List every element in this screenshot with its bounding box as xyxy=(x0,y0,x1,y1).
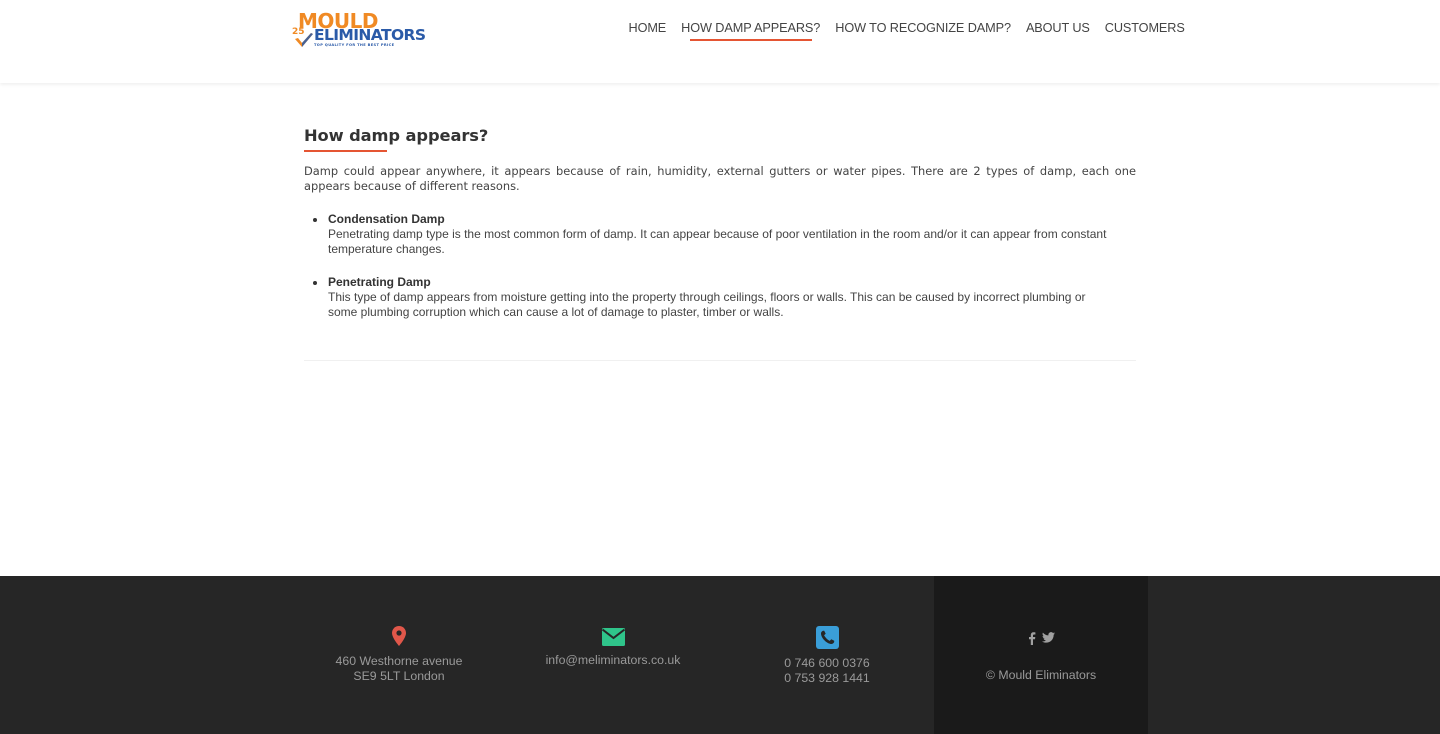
site-logo[interactable]: MOULD 25 ELIMINATORS TOP QUALITY FOR THE… xyxy=(292,10,426,48)
nav-how-to-recognize-damp[interactable]: HOW TO RECOGNIZE DAMP? xyxy=(828,20,1019,37)
list-item: Penetrating Damp This type of damp appea… xyxy=(313,275,1118,320)
footer-social-panel: © Mould Eliminators xyxy=(934,576,1148,734)
page-title: How damp appears? xyxy=(304,126,489,145)
copyright-text: © Mould Eliminators xyxy=(985,668,1097,682)
content-divider xyxy=(304,360,1136,361)
title-underline xyxy=(304,150,387,152)
site-header: MOULD 25 ELIMINATORS TOP QUALITY FOR THE… xyxy=(0,0,1440,83)
site-footer: © Mould Eliminators 460 Westhorne avenue… xyxy=(0,576,1440,734)
checkmark-icon xyxy=(295,33,313,47)
logo-text-eliminators: ELIMINATORS xyxy=(314,26,426,44)
social-links xyxy=(934,632,1148,645)
map-pin-icon xyxy=(392,626,406,646)
address-line-2: SE9 5LT London xyxy=(353,669,445,683)
twitter-icon[interactable] xyxy=(1041,632,1055,643)
list-item-description: This type of damp appears from moisture … xyxy=(328,290,1086,319)
list-item-title: Penetrating Damp xyxy=(328,275,431,289)
nav-home[interactable]: HOME xyxy=(621,20,674,37)
nav-about-us[interactable]: ABOUT US xyxy=(1018,20,1097,37)
list-item-title: Condensation Damp xyxy=(328,212,445,226)
address-line-1: 460 Westhorne avenue xyxy=(335,654,463,668)
list-item-description: Penetrating damp type is the most common… xyxy=(328,227,1107,256)
nav-customers[interactable]: CUSTOMERS xyxy=(1097,20,1192,37)
intro-paragraph: Damp could appear anywhere, it appears b… xyxy=(304,164,1136,193)
phone-line-2[interactable]: 0 753 928 1441 xyxy=(720,671,934,686)
phone-line-1[interactable]: 0 746 600 0376 xyxy=(720,656,934,671)
logo-tagline: TOP QUALITY FOR THE BEST PRICE xyxy=(314,43,395,47)
phone-icon xyxy=(816,626,839,649)
list-item: Condensation Damp Penetrating damp type … xyxy=(313,212,1118,257)
damp-types-list: Condensation Damp Penetrating damp type … xyxy=(313,212,1118,338)
envelope-icon xyxy=(602,628,625,646)
email-link[interactable]: info@meliminators.co.uk xyxy=(506,653,720,668)
nav-how-damp-appears[interactable]: HOW DAMP APPEARS? xyxy=(674,20,828,41)
main-nav: HOME HOW DAMP APPEARS? HOW TO RECOGNIZE … xyxy=(621,20,1192,41)
facebook-icon[interactable] xyxy=(1028,632,1036,645)
